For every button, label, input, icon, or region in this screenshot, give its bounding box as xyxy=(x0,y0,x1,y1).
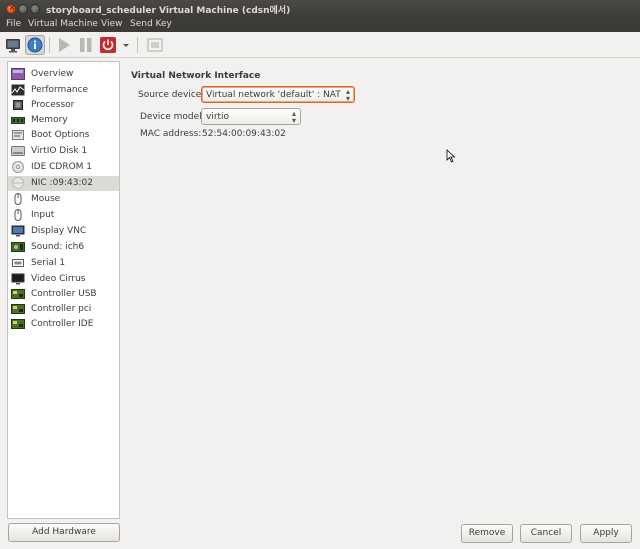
sidebar-item-label: Processor xyxy=(31,100,75,110)
play-icon xyxy=(59,38,70,52)
hardware-list[interactable]: Overview Performance Processor Memory Bo… xyxy=(7,61,120,519)
info-icon xyxy=(27,37,43,53)
menu-virtual-machine[interactable]: Virtual Machine xyxy=(28,19,98,29)
sidebar-item-memory[interactable]: Memory xyxy=(8,113,119,128)
combo-arrows-icon: ▴ ▾ xyxy=(291,109,296,125)
sidebar-item-label: Memory xyxy=(31,115,68,125)
sidebar-item-label: IDE CDROM 1 xyxy=(31,162,93,172)
processor-icon xyxy=(13,100,23,110)
mouse-pointer-icon xyxy=(446,149,456,163)
input-icon xyxy=(14,209,22,221)
shutdown-button[interactable] xyxy=(98,35,118,55)
add-hardware-button[interactable]: Add Hardware xyxy=(8,523,120,542)
boot-options-icon xyxy=(12,130,24,140)
source-device-value: Virtual network 'default' : NAT xyxy=(206,90,341,100)
source-device-label: Source device: xyxy=(138,90,205,100)
toolbar xyxy=(0,32,640,58)
sidebar-item-label: Video Cirrus xyxy=(31,274,86,284)
pause-button[interactable] xyxy=(76,35,96,55)
remove-button[interactable]: Remove xyxy=(461,524,513,543)
sidebar-item-ide-cdrom[interactable]: IDE CDROM 1 xyxy=(8,160,119,175)
sidebar-item-serial[interactable]: Serial 1 xyxy=(8,256,119,271)
maximize-window-button[interactable] xyxy=(30,4,40,14)
pause-icon xyxy=(80,38,92,52)
performance-icon xyxy=(11,84,25,96)
console-button[interactable] xyxy=(3,35,23,55)
sidebar-item-controller-pci[interactable]: Controller pci xyxy=(8,302,119,317)
source-device-combo[interactable]: Virtual network 'default' : NAT ▴ ▾ xyxy=(201,86,355,103)
device-model-label: Device model: xyxy=(140,112,205,122)
display-icon xyxy=(11,225,25,237)
sidebar-item-label: Controller USB xyxy=(31,289,97,299)
sidebar-item-label: Overview xyxy=(31,69,74,79)
mac-address-label: MAC address: xyxy=(140,129,202,139)
sidebar-item-label: NIC :09:43:02 xyxy=(31,178,93,188)
window-titlebar: × storyboard_scheduler Virtual Machine (… xyxy=(0,0,640,18)
mac-address-value: 52:54:00:09:43:02 xyxy=(202,129,286,139)
sidebar-item-controller-usb[interactable]: Controller USB xyxy=(8,287,119,302)
cancel-button[interactable]: Cancel xyxy=(520,524,572,543)
overview-icon xyxy=(11,68,25,80)
sidebar-item-processor[interactable]: Processor xyxy=(8,98,119,113)
sidebar-item-label: Display VNC xyxy=(31,226,87,236)
device-model-value: virtio xyxy=(206,112,230,122)
details-button[interactable] xyxy=(25,35,45,55)
sidebar-item-label: Controller pci xyxy=(31,304,92,314)
disk-icon xyxy=(11,146,25,156)
sidebar-item-virtio-disk[interactable]: VirtIO Disk 1 xyxy=(8,144,119,159)
sidebar-item-label: VirtIO Disk 1 xyxy=(31,146,88,156)
sidebar-item-boot-options[interactable]: Boot Options xyxy=(8,128,119,143)
sidebar-item-performance[interactable]: Performance xyxy=(8,83,119,98)
controller-icon xyxy=(11,289,25,299)
sidebar-item-label: Controller IDE xyxy=(31,319,94,329)
close-icon: × xyxy=(8,3,16,12)
sidebar-item-mouse[interactable]: Mouse xyxy=(8,192,119,207)
nic-icon xyxy=(12,177,24,189)
sound-icon xyxy=(11,242,25,252)
cdrom-icon xyxy=(12,161,24,173)
main-panel: Overview Performance Processor Memory Bo… xyxy=(0,58,640,549)
sidebar-item-label: Sound: ich6 xyxy=(31,242,85,252)
run-button[interactable] xyxy=(54,35,74,55)
sidebar-item-label: Input xyxy=(31,210,55,220)
sidebar-item-label: Serial 1 xyxy=(31,258,66,268)
fullscreen-icon xyxy=(147,38,163,52)
sidebar-item-label: Mouse xyxy=(31,194,61,204)
window-title: storyboard_scheduler Virtual Machine (cd… xyxy=(46,6,291,16)
menubar: File Virtual Machine View Send Key xyxy=(0,18,640,32)
close-window-button[interactable]: × xyxy=(6,3,16,14)
section-heading: Virtual Network Interface xyxy=(131,71,261,81)
controller-icon xyxy=(11,319,25,329)
console-monitor-icon xyxy=(6,39,20,53)
serial-icon xyxy=(12,259,24,267)
mouse-icon xyxy=(14,193,22,205)
fullscreen-button[interactable] xyxy=(145,35,165,55)
sidebar-item-controller-ide[interactable]: Controller IDE xyxy=(8,317,119,332)
video-icon xyxy=(11,273,25,285)
sidebar-item-display-vnc[interactable]: Display VNC xyxy=(8,224,119,239)
sidebar-item-video-cirrus[interactable]: Video Cirrus xyxy=(8,272,119,287)
minimize-window-button[interactable] xyxy=(18,4,28,14)
sidebar-item-label: Performance xyxy=(31,85,89,95)
power-icon xyxy=(100,37,116,53)
apply-button[interactable]: Apply xyxy=(580,524,632,543)
shutdown-menu-button[interactable] xyxy=(120,35,132,55)
chevron-down-icon xyxy=(123,44,129,47)
sidebar-item-input[interactable]: Input xyxy=(8,208,119,223)
menu-file[interactable]: File xyxy=(6,19,21,29)
sidebar-item-overview[interactable]: Overview xyxy=(8,67,119,82)
device-model-combo[interactable]: virtio ▴ ▾ xyxy=(201,108,301,125)
menu-send-key[interactable]: Send Key xyxy=(130,19,172,29)
controller-icon xyxy=(11,304,25,314)
combo-arrows-icon: ▴ ▾ xyxy=(345,87,350,103)
menu-view[interactable]: View xyxy=(101,19,122,29)
sidebar-item-sound[interactable]: Sound: ich6 xyxy=(8,240,119,255)
sidebar-item-label: Boot Options xyxy=(31,130,90,140)
memory-icon xyxy=(11,117,25,124)
sidebar-item-nic[interactable]: NIC :09:43:02 xyxy=(8,176,119,191)
